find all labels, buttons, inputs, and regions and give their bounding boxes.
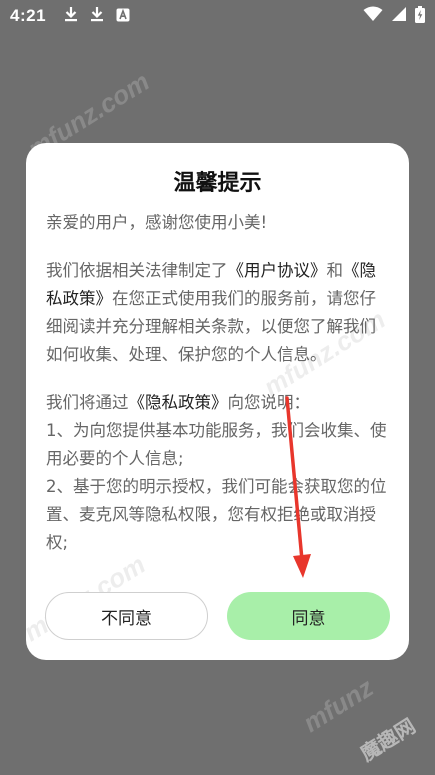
decline-button[interactable]: 不同意 xyxy=(45,592,208,640)
user-agreement-link[interactable]: 《用户协议》 xyxy=(228,261,327,280)
system-icons xyxy=(363,5,425,27)
text-a-icon xyxy=(116,7,130,26)
dialog-buttons: 不同意 同意 xyxy=(45,592,390,640)
dialog-title: 温馨提示 xyxy=(173,171,262,196)
status-bar: 4:21 xyxy=(0,0,435,32)
privacy-dialog: mfunz.com mfunz.com 温馨提示 亲爱的用户，感谢您使用小美! … xyxy=(26,143,409,660)
privacy-policy-link[interactable]: 《隐私政策》 xyxy=(129,393,228,412)
watermark: mfunz xyxy=(297,672,379,739)
notification-icons xyxy=(64,6,130,26)
agree-button[interactable]: 同意 xyxy=(227,592,390,640)
policy-explanation-paragraph: 我们将通过《隐私政策》向您说明： 1、为向您提供基本功能服务，我们会收集、使用必要… xyxy=(46,393,387,552)
download-icon xyxy=(64,6,78,26)
greeting-text: 亲爱的用户，感谢您使用小美! xyxy=(46,213,268,232)
download-icon xyxy=(90,6,104,26)
site-logo: 魔趣网 xyxy=(354,710,420,766)
agreement-paragraph: 我们依据相关法律制定了《用户协议》和《隐私政策》在您正式使用我们的服务前，请您仔… xyxy=(46,261,376,364)
policy-item: 1、为向您提供基本功能服务，我们会收集、使用必要的个人信息; xyxy=(46,421,387,468)
battery-icon xyxy=(415,5,425,27)
site-logo-cn: 魔趣网 xyxy=(355,713,420,766)
dialog-body[interactable]: 亲爱的用户，感谢您使用小美! 我们依据相关法律制定了《用户协议》和《隐私政策》在… xyxy=(46,209,389,583)
wifi-icon xyxy=(363,6,383,26)
status-time: 4:21 xyxy=(10,6,47,25)
cellular-signal-icon xyxy=(391,6,407,26)
policy-item: 2、基于您的明示授权，我们可能会获取您的位置、麦克风等隐私权限，您有权拒绝或取消… xyxy=(46,477,387,552)
